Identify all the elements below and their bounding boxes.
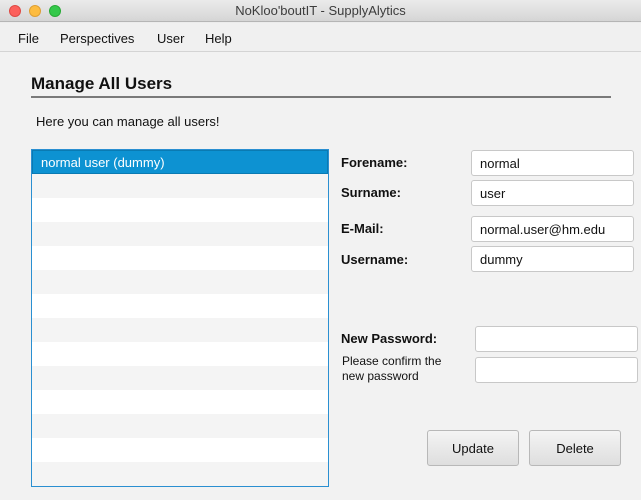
list-item-empty <box>32 462 328 486</box>
confirm-password-field[interactable] <box>475 357 638 383</box>
main-content: Manage All Users Here you can manage all… <box>0 52 641 500</box>
delete-button[interactable]: Delete <box>529 430 621 466</box>
list-item-empty <box>32 318 328 342</box>
title-divider <box>31 96 611 98</box>
list-item-empty <box>32 438 328 462</box>
list-item-empty <box>32 198 328 222</box>
surname-label: Surname: <box>341 185 401 200</box>
menu-help[interactable]: Help <box>205 31 232 46</box>
list-item-empty <box>32 342 328 366</box>
window-title: NoKloo'boutIT - SupplyAlytics <box>235 3 406 18</box>
page-subtitle: Here you can manage all users! <box>36 114 220 129</box>
forename-label: Forename: <box>341 155 408 170</box>
email-field[interactable]: normal.user@hm.edu <box>471 216 634 242</box>
list-item-empty <box>32 414 328 438</box>
new-password-field[interactable] <box>475 326 638 352</box>
username-label: Username: <box>341 252 409 267</box>
list-item-selected[interactable]: normal user (dummy) <box>32 150 328 174</box>
surname-field[interactable]: user <box>471 180 634 206</box>
list-item-empty <box>32 294 328 318</box>
list-item-empty <box>32 366 328 390</box>
menu-perspectives[interactable]: Perspectives <box>60 31 134 46</box>
username-field[interactable]: dummy <box>471 246 634 272</box>
list-item-empty <box>32 246 328 270</box>
list-item-empty <box>32 390 328 414</box>
page-title: Manage All Users <box>31 74 173 93</box>
confirm-password-label-line1: Please confirm the <box>342 354 442 368</box>
user-list[interactable]: normal user (dummy) <box>31 149 329 487</box>
menu-file[interactable]: File <box>18 31 39 46</box>
update-button[interactable]: Update <box>427 430 519 466</box>
menu-bar: File Perspectives User Help <box>0 23 641 52</box>
menu-user[interactable]: User <box>157 31 184 46</box>
list-item-empty <box>32 270 328 294</box>
confirm-password-label-line2: new password <box>342 369 419 383</box>
list-item-empty <box>32 222 328 246</box>
forename-field[interactable]: normal <box>471 150 634 176</box>
window-titlebar: NoKloo'boutIT - SupplyAlytics <box>0 0 641 22</box>
new-password-label: New Password: <box>341 331 438 346</box>
list-item-empty <box>32 174 328 198</box>
email-label: E-Mail: <box>341 221 384 236</box>
